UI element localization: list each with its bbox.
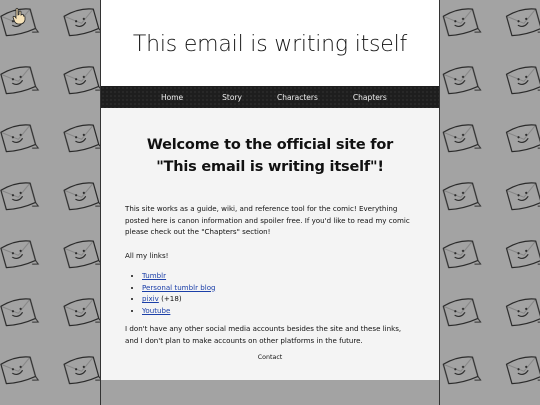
list-item: pixiv (+18) <box>142 293 415 305</box>
contact-link[interactable]: Contact <box>258 354 283 361</box>
list-item: Youtube <box>142 305 415 317</box>
links-list: Tumblr Personal tumblr blog pixiv (+18) … <box>125 270 415 316</box>
list-item: Personal tumblr blog <box>142 282 415 294</box>
links-label: All my links! <box>125 250 169 260</box>
personal-tumblr-link[interactable]: Personal tumblr blog <box>142 283 216 292</box>
welcome-heading-line-1: Welcome to the official site for <box>146 137 394 153</box>
nav-home-link[interactable]: Home <box>161 93 183 102</box>
site-header: This email is writing itself <box>101 0 439 86</box>
nav-chapters-link[interactable]: Chapters <box>353 93 387 102</box>
hand-cursor-icon <box>12 7 26 25</box>
welcome-heading: Welcome to the official site for "This e… <box>125 134 415 178</box>
nav-story-link[interactable]: Story <box>222 93 242 102</box>
main-page: This email is writing itself Home Story … <box>100 0 440 405</box>
link-note: (+18) <box>158 294 182 303</box>
contact-row: Contact <box>125 354 415 361</box>
welcome-heading-line-2: "This email is writing itself"! <box>156 159 384 175</box>
intro-paragraph: This site works as a guide, wiki, and re… <box>125 204 410 236</box>
footer-band <box>101 380 439 405</box>
nav-characters-link[interactable]: Characters <box>277 93 318 102</box>
site-title: This email is writing itself <box>132 31 408 57</box>
social-media-note: I don't have any other social media acco… <box>125 324 402 345</box>
main-content: Welcome to the official site for "This e… <box>101 134 439 361</box>
nav-bar: Home Story Characters Chapters <box>101 86 439 108</box>
youtube-link[interactable]: Youtube <box>142 306 170 315</box>
tumblr-link[interactable]: Tumblr <box>142 271 166 280</box>
pixiv-link[interactable]: pixiv <box>142 294 159 303</box>
list-item: Tumblr <box>142 270 415 282</box>
